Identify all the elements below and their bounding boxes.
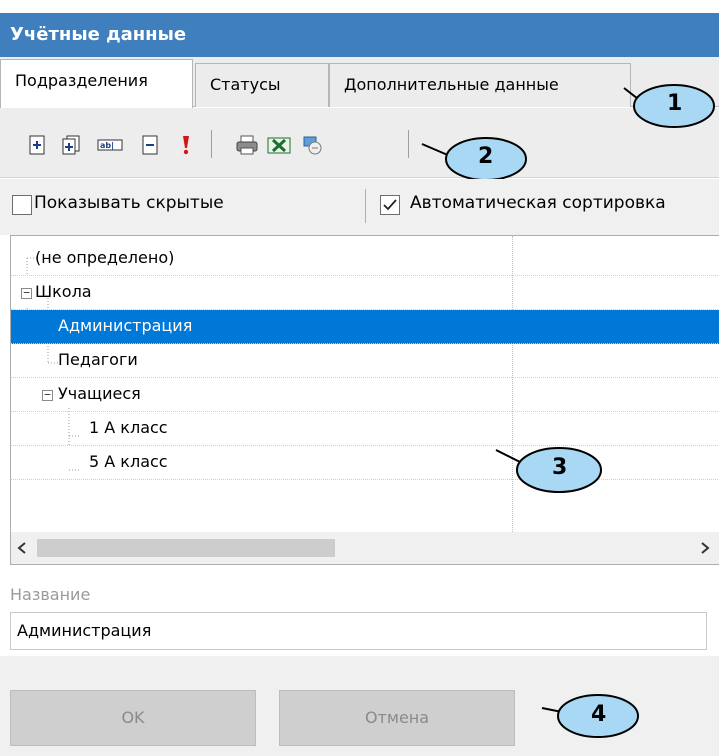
toolbar-separator-2 [408,130,409,158]
auto-sort-checkbox[interactable] [380,195,400,215]
show-hidden-label: Показывать скрытые [34,193,224,213]
tab-strip: Подразделения Статусы Дополнительные дан… [0,57,719,108]
tree-row-label: Администрация [58,316,193,335]
callout-1 [623,84,715,128]
import-icon[interactable] [302,135,324,155]
tree-row-label: Педагоги [58,350,138,369]
tab-statuses[interactable]: Статусы [195,63,329,107]
toolbar: ab| [0,108,719,178]
tree-row[interactable]: (не определено) [11,242,719,276]
tab-statuses-label: Статусы [210,75,281,94]
collapse-icon[interactable]: − [21,287,32,299]
tab-departments[interactable]: Подразделения [0,59,193,108]
auto-sort-label: Автоматическая сортировка [410,193,666,213]
tree-row-label: 5 А класс [89,452,168,471]
tree-row[interactable]: − Учащиеся [11,378,719,412]
cancel-button[interactable]: Отмена [279,690,515,746]
name-field-label: Название [10,585,91,604]
tab-additional-data[interactable]: Дополнительные данные [329,63,631,107]
scroll-right-icon[interactable] [700,542,710,554]
scrollbar-thumb[interactable] [37,539,335,557]
tree-row-label: (не определено) [35,248,175,267]
tree-row[interactable]: 1 А класс [11,412,719,446]
window-title: Учётные данные [10,24,187,45]
callout-4-number: 4 [591,702,607,727]
tree-row[interactable]: Педагоги [11,344,719,378]
tab-departments-label: Подразделения [15,71,148,90]
add-icon[interactable] [27,135,47,155]
show-hidden-checkbox[interactable] [12,195,32,215]
svg-text:ab|: ab| [100,141,114,150]
name-field[interactable]: Администрация [10,612,707,650]
tree-row[interactable]: 5 А класс [11,446,719,480]
horizontal-scrollbar[interactable] [11,532,719,564]
print-icon[interactable] [235,135,259,155]
tab-additional-data-label: Дополнительные данные [344,75,559,94]
tree-row-label: Учащиеся [58,384,141,403]
callout-3 [495,447,602,493]
callout-2-number: 2 [478,144,494,169]
window-title-bar: Учётные данные [0,13,719,57]
callout-1-number: 1 [667,91,683,116]
checkmark-icon [383,199,397,211]
tree-row-label: 1 А класс [89,418,168,437]
callout-3-number: 3 [552,455,568,480]
rename-icon[interactable]: ab| [97,135,123,155]
add-child-icon[interactable] [61,135,81,155]
alert-icon[interactable] [176,135,196,155]
tree-row[interactable]: Администрация [11,310,719,344]
tree-row-label: Школа [35,282,92,301]
ok-button[interactable]: OK [10,690,256,746]
department-tree[interactable]: (не определено) − Школа Администрация Пе… [10,235,719,565]
options-bar: Показывать скрытые Автоматическая сортир… [0,179,719,235]
collapse-icon[interactable]: − [42,389,53,401]
options-separator [365,189,366,223]
toolbar-separator [211,130,212,158]
excel-export-icon[interactable] [267,135,291,155]
delete-icon[interactable] [140,135,160,155]
scroll-left-icon[interactable] [17,542,27,554]
tree-row[interactable]: − Школа [11,276,719,310]
